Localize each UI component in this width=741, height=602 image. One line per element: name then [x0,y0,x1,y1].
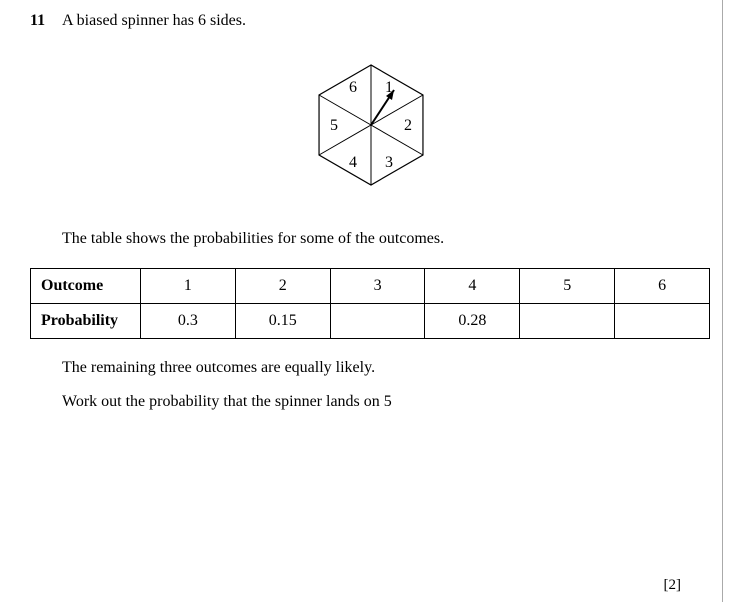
spoke [319,125,371,155]
table-intro-text: The table shows the probabilities for so… [62,230,711,248]
spoke [371,95,423,125]
outcome-cell: 5 [520,269,615,304]
outcome-cell: 4 [425,269,520,304]
probability-table-container: Outcome 1 2 3 4 5 6 Probability 0.3 0.15… [30,268,711,339]
probability-cell [615,304,710,339]
probability-cell [520,304,615,339]
table-intro: The table shows the probabilities for so… [62,230,711,248]
spinner-label-3: 3 [385,154,393,171]
probability-table: Outcome 1 2 3 4 5 6 Probability 0.3 0.15… [30,268,710,339]
spinner-diagram: 1 2 3 4 5 6 [30,50,711,200]
question-header: 11 A biased spinner has 6 sides. [30,12,711,30]
probability-cell: 0.3 [141,304,236,339]
spinner-label-6: 6 [349,79,357,96]
outcome-cell: 6 [615,269,710,304]
spinner-label-1: 1 [385,79,393,96]
hexagon-spinner-svg: 1 2 3 4 5 6 [286,50,456,200]
spinner-label-4: 4 [349,154,357,171]
probability-cell: 0.15 [235,304,330,339]
spinner-label-2: 2 [404,117,412,134]
table-row-outcome: Outcome 1 2 3 4 5 6 [31,269,710,304]
spoke [319,95,371,125]
marks-label: [2] [664,577,682,594]
question-prompt: A biased spinner has 6 sides. [62,12,711,30]
table-row-probability: Probability 0.3 0.15 0.28 [31,304,710,339]
probability-cell: 0.28 [425,304,520,339]
outcome-cell: 3 [330,269,425,304]
workout-text: Work out the probability that the spinne… [62,393,711,411]
remaining-outcomes-text: The remaining three outcomes are equally… [62,359,711,377]
page-right-border [722,0,723,602]
question-number: 11 [30,12,52,30]
spinner-label-5: 5 [330,117,338,134]
probability-cell [330,304,425,339]
outcome-cell: 2 [235,269,330,304]
probability-header: Probability [31,304,141,339]
spoke [371,125,423,155]
question-body-text: The remaining three outcomes are equally… [62,359,711,411]
outcome-cell: 1 [141,269,236,304]
outcome-header: Outcome [31,269,141,304]
